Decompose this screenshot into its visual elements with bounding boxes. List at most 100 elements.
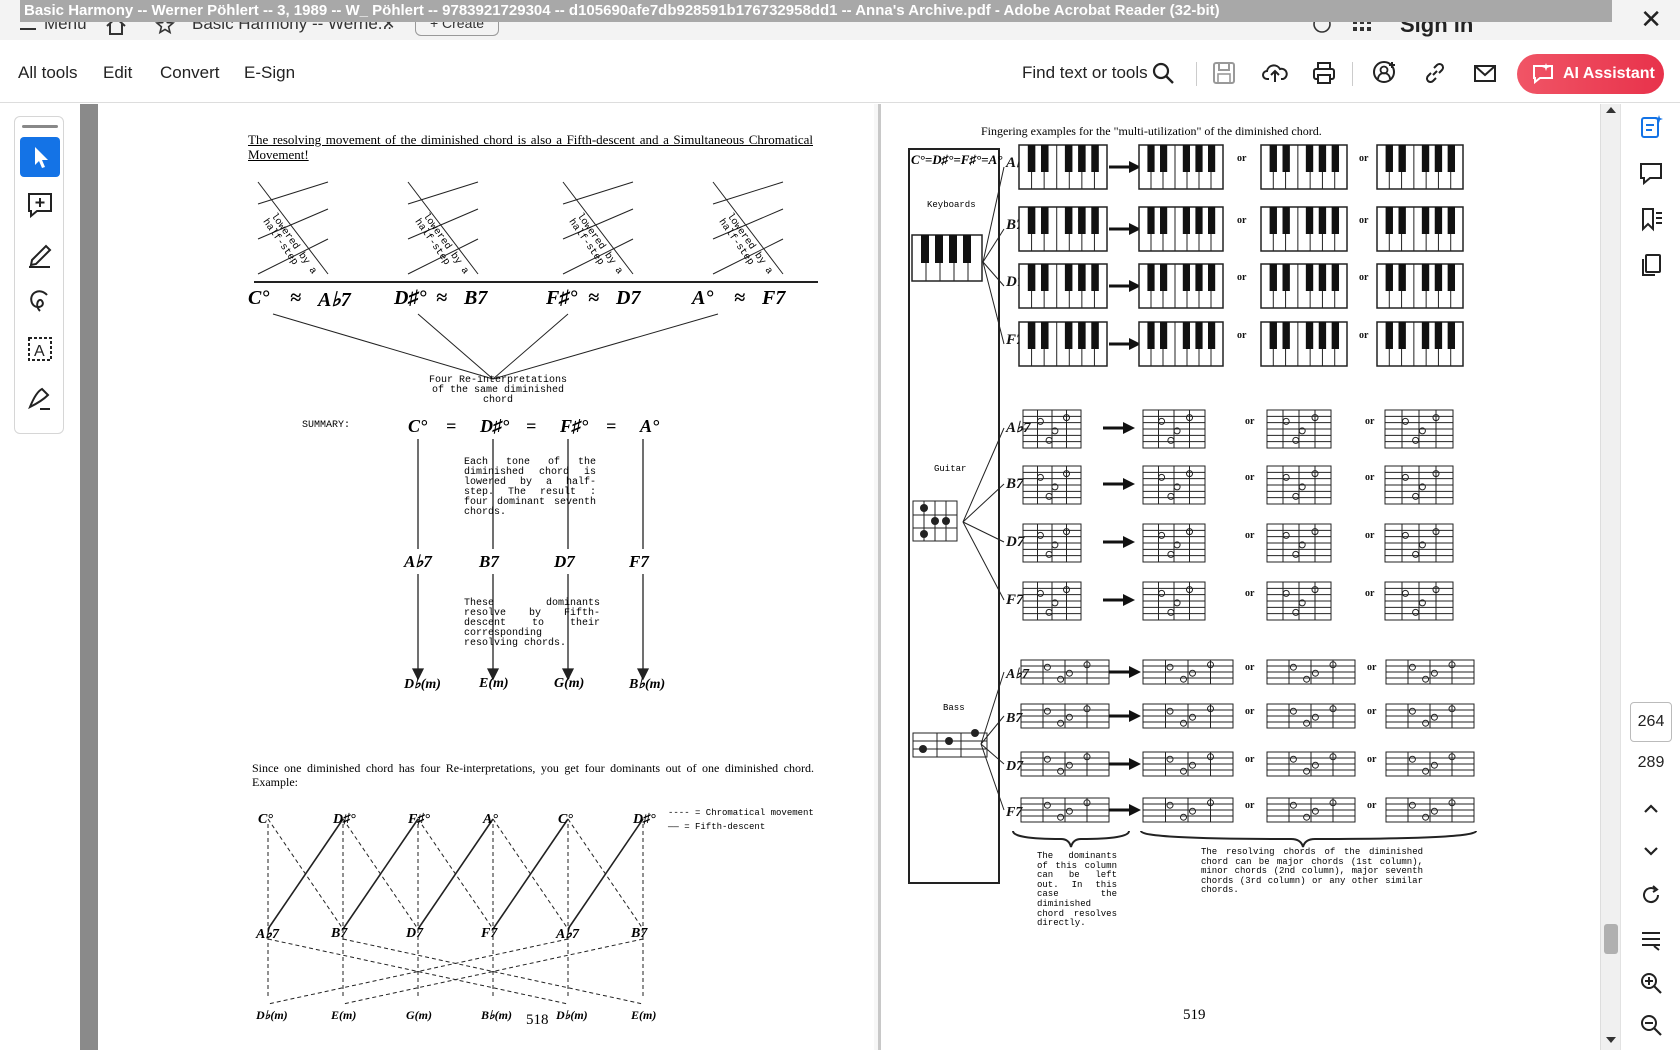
or-label: or <box>1359 272 1369 283</box>
black-key <box>1305 264 1314 291</box>
text-tool-button[interactable]: A <box>20 329 60 369</box>
finger-dot <box>1057 675 1065 683</box>
legend-chromatical: ---- = Chromatical movement <box>668 808 814 818</box>
fit-page-icon[interactable] <box>1638 926 1664 952</box>
finger-dot <box>1158 473 1166 481</box>
black-key <box>1385 207 1393 234</box>
save-icon[interactable] <box>1211 60 1237 86</box>
scroll-thumb[interactable] <box>1604 924 1618 954</box>
converging-lines <box>272 313 719 380</box>
branch-line <box>962 483 1005 523</box>
black-key <box>1269 264 1277 291</box>
black-key <box>1078 145 1086 172</box>
black-key <box>1147 207 1155 234</box>
vertical-scrollbar[interactable] <box>1600 104 1620 1050</box>
chord: D♭(m) <box>256 1008 288 1022</box>
finger-dot <box>1057 767 1065 775</box>
fingering-grid: A♭7D♭ororB7EororD7GororF7B♭ororA♭7ororB7… <box>962 144 1475 823</box>
or-label: or <box>1237 330 1247 341</box>
black-key <box>1434 207 1443 234</box>
highlight-tool-button[interactable] <box>20 233 60 273</box>
chord: F♯° <box>408 812 430 827</box>
window-title: Basic Harmony -- Werner Pöhlert -- 3, 19… <box>20 0 1612 22</box>
black-key <box>1318 207 1327 234</box>
comments-icon[interactable] <box>1638 160 1664 186</box>
or-label: or <box>1245 530 1255 541</box>
print-icon[interactable] <box>1311 60 1337 86</box>
select-tool-button[interactable] <box>20 137 60 177</box>
next-page-icon[interactable] <box>1638 838 1664 864</box>
chord: F7 <box>481 926 498 941</box>
or-label: or <box>1237 215 1247 226</box>
summary-chords: C° = D♯° = F♯° = A° <box>408 416 670 437</box>
current-page-input[interactable]: 264 <box>1630 702 1672 742</box>
black-key <box>1318 322 1327 349</box>
scroll-down-icon[interactable] <box>1605 1034 1617 1046</box>
black-key <box>1305 145 1314 172</box>
scroll-up-icon[interactable] <box>1605 104 1617 116</box>
black-key <box>1434 145 1443 172</box>
bookmarks-icon[interactable] <box>1638 206 1664 232</box>
finger-dot <box>1166 707 1174 715</box>
finger-dot <box>1036 531 1044 539</box>
dominant-label: F7 <box>1005 592 1024 608</box>
summary-text-2: These dominants resolve by Fifth-descent… <box>464 598 600 649</box>
page-thumbnails-icon[interactable] <box>1638 252 1664 278</box>
finger-dot <box>1167 492 1175 500</box>
network-top-row: C° D♯° F♯° A° C° D♯° <box>258 812 678 828</box>
previous-page-icon[interactable] <box>1638 796 1664 822</box>
finger-dot <box>1282 417 1290 425</box>
black-key <box>1434 264 1443 291</box>
document-viewer[interactable]: The resolving movement of the diminished… <box>80 104 1608 1050</box>
finger-dot <box>1422 675 1430 683</box>
page-heading: The resolving movement of the diminished… <box>248 132 813 162</box>
mail-icon[interactable] <box>1472 60 1498 86</box>
finger-dot <box>1282 473 1290 481</box>
chord: D7 <box>406 926 424 941</box>
menu-all-tools[interactable]: All tools <box>18 63 78 83</box>
black-key <box>1160 145 1168 172</box>
branch-line <box>962 521 1005 601</box>
sign-tool-button[interactable] <box>20 377 60 417</box>
select-cursor-icon <box>35 147 48 168</box>
black-key <box>1160 322 1168 349</box>
black-key <box>1447 322 1456 349</box>
zoom-out-icon[interactable] <box>1638 1012 1664 1038</box>
menu-e-sign[interactable]: E-Sign <box>244 63 295 83</box>
rotate-icon[interactable] <box>1638 882 1664 908</box>
zoom-in-icon[interactable] <box>1638 970 1664 996</box>
comment-tool-button[interactable] <box>20 185 60 225</box>
freehand-draw-icon <box>30 290 48 312</box>
finger-dot <box>1180 767 1187 775</box>
chord: A° <box>483 812 498 827</box>
finger-dot <box>1057 719 1065 727</box>
finger-dot <box>1311 713 1319 721</box>
finger-dot <box>1422 813 1430 821</box>
highlight-pen-icon <box>29 244 52 268</box>
finger-dot <box>1289 663 1297 671</box>
finger-dot <box>1189 761 1196 769</box>
rail-drag-handle[interactable] <box>22 125 58 128</box>
finger-dot <box>1158 531 1166 539</box>
upload-icon[interactable] <box>1262 60 1288 86</box>
draw-tool-button[interactable] <box>20 281 60 321</box>
or-label: or <box>1367 662 1377 673</box>
menu-convert[interactable]: Convert <box>160 63 220 83</box>
link-icon[interactable] <box>1422 60 1448 86</box>
menu-edit[interactable]: Edit <box>103 63 132 83</box>
find-text-input[interactable]: Find text or tools <box>1022 63 1148 83</box>
generative-summary-icon[interactable] <box>1638 114 1664 140</box>
finger-dot <box>1408 755 1416 763</box>
add-person-icon[interactable] <box>1372 60 1398 86</box>
black-key <box>1447 264 1456 291</box>
or-label: or <box>1237 272 1247 283</box>
window-close-icon[interactable]: ✕ <box>1640 4 1662 34</box>
finger-dot <box>1167 608 1175 616</box>
ai-assistant-button[interactable]: AI Assistant <box>1517 54 1664 94</box>
arrow-head <box>1123 594 1135 606</box>
finger-dot <box>1043 707 1051 715</box>
network-low-row: D♭(m) E(m) G(m) B♭(m) D♭(m) E(m) <box>256 1008 686 1023</box>
search-icon[interactable] <box>1150 60 1176 86</box>
finger-dot <box>1412 492 1420 500</box>
or-label: or <box>1359 330 1369 341</box>
